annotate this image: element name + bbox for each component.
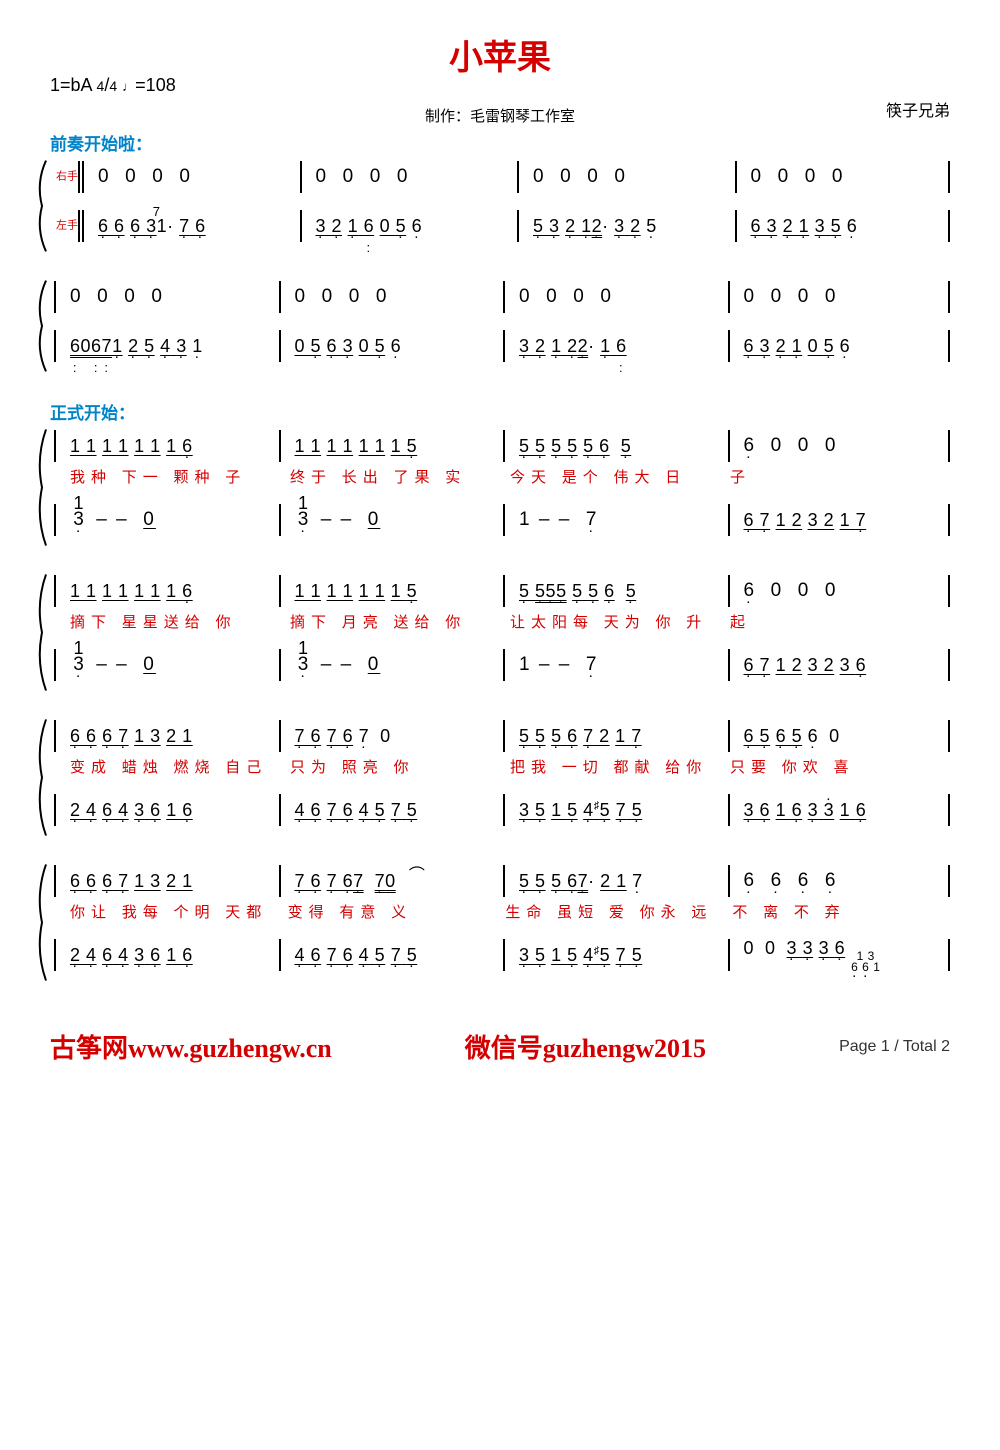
wechat-id: 微信号guzhengw2015: [465, 1028, 706, 1065]
left-hand-staff: 13 – – 0 13 – – 0 1 – – 7 6 7 1 2 3 2 3 …: [50, 638, 950, 692]
left-hand-staff: 6 6 6 371· 7 6 3 2 1 6 0 5 6 5 3 2 12· 3…: [50, 199, 950, 253]
brand-link: 古筝网www.guzhengw.cn: [50, 1028, 332, 1065]
brace-icon: [32, 718, 50, 837]
intro-label: 前奏开始啦：: [50, 130, 950, 155]
song-title: 小苹果: [50, 30, 950, 79]
page-footer: 古筝网www.guzhengw.cn 微信号guzhengw2015 Page …: [0, 1018, 1000, 1085]
lyrics-row: 我种 下一 颗种 子 终于 长出 了果 实 今天 是个 伟大 日 子: [50, 466, 950, 487]
brace-icon: [32, 279, 50, 373]
right-hand-staff: 6 6 6 7 1 3 2 1 7 6 7 6 7 0 5 5 5 6 7 2 …: [50, 718, 950, 754]
brace-icon: [32, 428, 50, 547]
left-hand-staff: 13 – – 0 13 – – 0 1 – – 7 6 7 1 2 3 2 1 …: [50, 493, 950, 547]
right-hand-staff: 0 0 0 0 0 0 0 0 0 0 0 0 0 0 0 0: [50, 279, 950, 315]
brace-icon: [32, 159, 50, 253]
right-hand-staff: 6 6 6 7 1 3 2 1 ⌒7 6 7 67 70 5 5 5 67· 2…: [50, 863, 950, 899]
music-sheet: 小苹果 1=bA 4/4 ♩=108 筷子兄弟 制作：毛雷钢琴工作室 前奏开始啦…: [0, 0, 1000, 1018]
system-5: 6 6 6 7 1 3 2 1 7 6 7 6 7 0 5 5 5 6 7 2 …: [50, 718, 950, 837]
composer: 筷子兄弟: [886, 97, 950, 121]
right-hand-staff: 1 1 1 1 1 1 1 6 1 1 1 1 1 1 1 5 5 555 5 …: [50, 573, 950, 609]
brace-icon: [32, 863, 50, 982]
system-4: 1 1 1 1 1 1 1 6 1 1 1 1 1 1 1 5 5 555 5 …: [50, 573, 950, 692]
system-3: 1 1 1 1 1 1 1 6 1 1 1 1 1 1 1 5 5 5 5 5 …: [50, 428, 950, 547]
measure: 0 0 0 0: [88, 166, 296, 188]
page-number: Page 1 / Total 2: [839, 1038, 950, 1056]
header-row: 1=bA 4/4 ♩=108 筷子兄弟: [50, 81, 950, 103]
right-hand-staff: 1 1 1 1 1 1 1 6 1 1 1 1 1 1 1 5 5 5 5 5 …: [50, 428, 950, 464]
left-hand-staff: 60671 2 5 4 3 1 0 5 6 3 0 5 6 3 2 1 22· …: [50, 319, 950, 373]
lyrics-row: 变成 蜡烛 燃烧 自己 只为 照亮 你 把我 一切 都献 给你 只要 你欢 喜: [50, 756, 950, 777]
brace-icon: [32, 573, 50, 692]
system-1: 0 0 0 0 0 0 0 0 0 0 0 0 0 0 0 0 6 6 6 37…: [50, 159, 950, 253]
measure: 0 0 0 0: [741, 166, 949, 188]
left-hand-staff: 2 4 6 4 3 6 1 6 4 6 7 6 4 5 7 5 3 5 1 5 …: [50, 783, 950, 837]
lyrics-row: 摘下 星星送给 你 摘下 月亮 送给 你 让太阳每 天为 你 升 起: [50, 611, 950, 632]
verse-label: 正式开始：: [50, 399, 950, 424]
producer: 制作：毛雷钢琴工作室: [50, 105, 950, 126]
system-2: 0 0 0 0 0 0 0 0 0 0 0 0 0 0 0 0 60671 2 …: [50, 279, 950, 373]
measure: 0 0 0 0: [306, 166, 514, 188]
system-6: 6 6 6 7 1 3 2 1 ⌒7 6 7 67 70 5 5 5 67· 2…: [50, 863, 950, 982]
tempo-marking: 1=bA 4/4 ♩=108: [50, 75, 176, 96]
measure: 0 0 0 0: [523, 166, 731, 188]
lyrics-row: 你让 我每 个明 天都 变得 有意 义 生命 虽短 爱 你永 远 不 离 不 弃: [50, 901, 950, 922]
right-hand-staff: 0 0 0 0 0 0 0 0 0 0 0 0 0 0 0 0: [50, 159, 950, 195]
left-hand-staff: 2 4 6 4 3 6 1 6 4 6 7 6 4 5 7 5 3 5 1 5 …: [50, 928, 950, 982]
